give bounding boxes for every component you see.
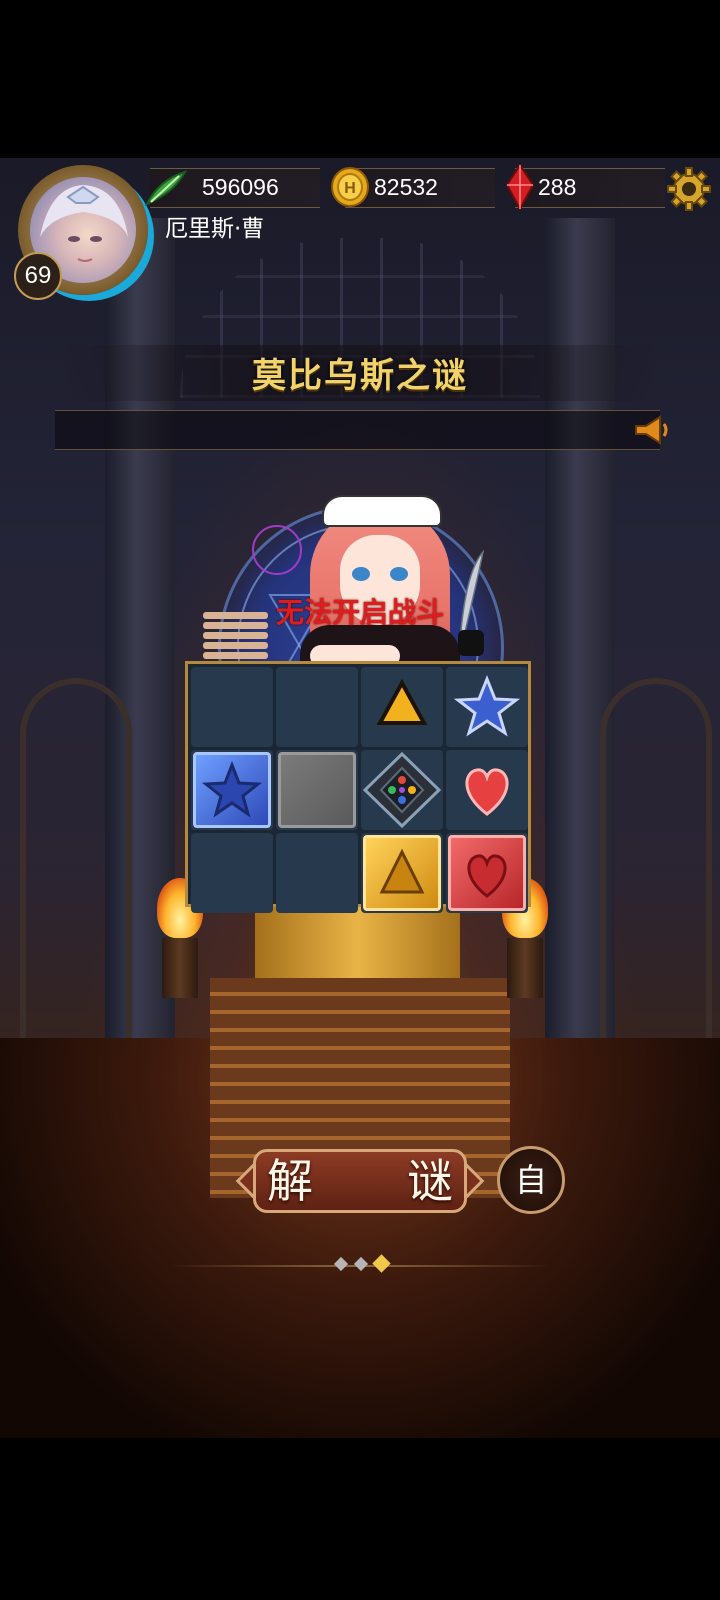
tile-r1-c2[interactable] [276, 667, 358, 747]
maid-character [300, 495, 460, 685]
rune-tile-icon [362, 751, 442, 829]
tile-r2-c4[interactable] [446, 750, 528, 830]
warning-text: 无法开启战斗 [275, 596, 444, 629]
triangle-block-gold[interactable] [363, 835, 441, 911]
tile-r2-c3[interactable] [361, 750, 443, 830]
svg-text:H: H [344, 180, 356, 197]
tile-r1-c1[interactable] [191, 667, 273, 747]
speaker-icon[interactable] [634, 414, 670, 450]
tile-r1-c4[interactable] [446, 667, 528, 747]
heart-red-icon [465, 768, 509, 816]
gold-value: 82532 [374, 174, 438, 200]
player-name: 厄里斯·曹 [165, 216, 265, 242]
tile-r3-c3[interactable] [361, 833, 443, 913]
auto-button[interactable]: 自 [497, 1146, 565, 1214]
tile-r2-c2[interactable] [276, 750, 358, 830]
green-feather-icon [144, 170, 188, 210]
tile-r3-c4[interactable] [446, 833, 528, 913]
puzzle-board [185, 661, 531, 913]
star-icon [201, 760, 263, 818]
gear-icon[interactable] [666, 166, 712, 216]
tile-r3-c1[interactable] [191, 833, 273, 913]
right-arch [600, 678, 712, 1064]
triangle-icon [379, 848, 425, 894]
stone-block-gray[interactable] [278, 752, 356, 828]
gems-value: 288 [538, 174, 577, 200]
touch-indicator [252, 525, 302, 575]
star-blue-icon [453, 674, 521, 737]
tile-r2-c1[interactable] [191, 750, 273, 830]
notice-bar [55, 410, 660, 450]
tile-r1-c3[interactable] [361, 667, 443, 747]
solve-button[interactable]: 解 谜 [235, 1143, 485, 1219]
red-crystal-icon [505, 163, 535, 215]
stamina-value: 596096 [202, 174, 279, 200]
inkpot-icon [458, 630, 484, 656]
triangle-gold-icon [376, 678, 428, 725]
heart-icon [467, 854, 507, 898]
page-title: 莫比乌斯之谜 [252, 356, 468, 396]
star-block-blue[interactable] [193, 752, 271, 828]
level-badge: 69 [14, 252, 62, 300]
screen: 69 厄里斯·曹 596096 H 82532 288 莫比乌斯之谜 无法开启战… [0, 0, 720, 1600]
left-arch [20, 678, 132, 1064]
heart-block-red[interactable] [448, 835, 526, 911]
tile-r3-c2[interactable] [276, 833, 358, 913]
gold-coin-icon: H [330, 166, 370, 212]
solve-button-label: 解 谜 [267, 1154, 477, 1208]
